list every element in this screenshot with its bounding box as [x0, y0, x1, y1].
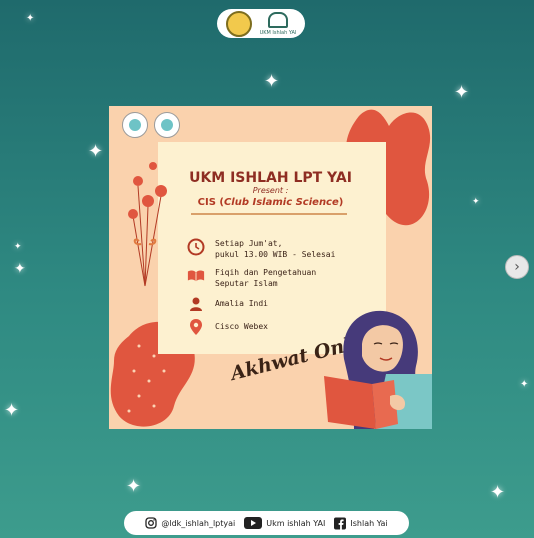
sparkle-icon: ✦ — [472, 197, 480, 207]
topic-line2: Seputar Islam — [215, 279, 278, 288]
university-logo — [122, 112, 148, 138]
cis-italic: Club Islamic Science — [223, 197, 339, 208]
divider — [191, 213, 347, 215]
ukm-logo — [154, 112, 180, 138]
sparkle-icon: ✦ — [520, 379, 529, 390]
sparkle-icon: ✦ — [4, 400, 20, 421]
instagram-handle: @ldk_ishlah_lptyai — [161, 518, 236, 528]
book-icon — [187, 267, 205, 285]
next-slide-button[interactable]: › — [505, 255, 529, 279]
youtube-icon — [244, 517, 263, 529]
youtube-link[interactable]: Ukm ishlah YAI — [244, 517, 325, 529]
topic-line1: Fiqih dan Pengetahuan — [215, 268, 317, 277]
speaker-row: Amalia Indi — [187, 295, 268, 313]
girl-reading-illustration — [324, 310, 432, 429]
instagram-icon — [145, 517, 158, 529]
instagram-link[interactable]: @ldk_ishlah_lptyai — [145, 517, 235, 529]
poster-title: UKM ISHLAH LPT YAI — [189, 170, 352, 186]
schedule-line1: Setiap Jum'at, — [215, 239, 283, 248]
youtube-channel: Ukm ishlah YAI — [266, 518, 326, 528]
cis-suffix: ) — [338, 197, 344, 208]
sparkle-icon: ✦ — [14, 242, 22, 252]
social-links-bar: @ldk_ishlah_lptyai Ukm ishlah YAI Ishlah… — [124, 511, 409, 535]
sparkle-icon: ✦ — [14, 261, 26, 277]
schedule-line2: pukul 13.00 WIB - Selesai — [215, 250, 336, 259]
logo-header: UKM Ishlah YAI — [217, 9, 305, 38]
cis-prefix: CIS ( — [197, 197, 224, 208]
sparkle-icon: ✦ — [264, 71, 280, 92]
sparkle-icon: ✦ — [490, 482, 506, 503]
poster-cis: CIS (Club Islamic Science) — [109, 197, 432, 208]
flower-bouquet-icon — [128, 162, 167, 287]
topic-row: Fiqih dan Pengetahuan Seputar Islam — [187, 267, 316, 289]
facebook-link[interactable]: Ishlah Yai — [334, 517, 388, 529]
chevron-right-icon: › — [514, 259, 520, 275]
location-pin-icon — [187, 318, 205, 336]
poster-logos — [122, 112, 180, 138]
sparkle-icon: ✦ — [88, 141, 104, 162]
sparkle-icon: ✦ — [126, 476, 142, 497]
facebook-icon — [334, 517, 347, 529]
schedule-row: Setiap Jum'at, pukul 13.00 WIB - Selesai — [187, 238, 335, 260]
ukm-logo: UKM Ishlah YAI — [259, 11, 297, 36]
location-row: Cisco Webex — [187, 318, 268, 336]
poster-present: Present : — [252, 186, 289, 195]
sparkle-icon: ✦ — [26, 13, 35, 24]
event-poster[interactable]: UKM ISHLAH LPT YAI Present : CIS (Club I… — [109, 106, 432, 429]
sparkle-icon: ✦ — [454, 82, 470, 103]
location-name: Cisco Webex — [215, 322, 268, 331]
person-icon — [187, 295, 205, 313]
facebook-page: Ishlah Yai — [350, 518, 388, 528]
speaker-name: Amalia Indi — [215, 299, 268, 308]
ukm-logo-text: UKM Ishlah YAI — [259, 29, 297, 36]
clock-icon — [187, 238, 205, 256]
university-logo — [225, 10, 252, 37]
